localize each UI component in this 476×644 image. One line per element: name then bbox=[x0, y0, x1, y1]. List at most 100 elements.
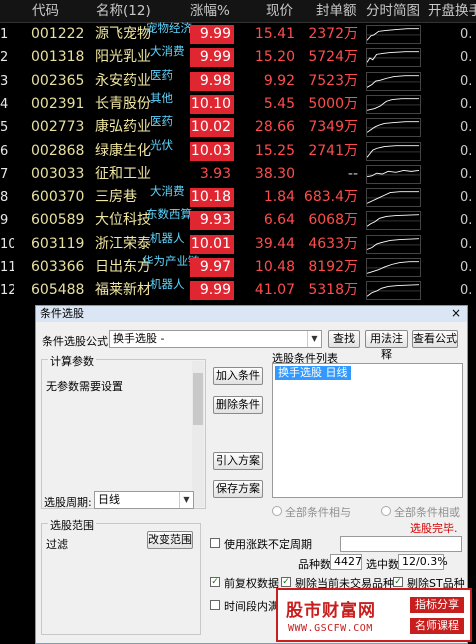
sparkline-chart bbox=[366, 281, 421, 301]
col-sealed[interactable]: 封单额 bbox=[316, 0, 357, 22]
remove-condition-button[interactable]: 删除条件 bbox=[213, 396, 263, 414]
import-plan-button[interactable]: 引入方案 bbox=[213, 452, 263, 470]
radio-and[interactable] bbox=[272, 506, 282, 516]
view-formula-button[interactable]: 查看公式 bbox=[412, 330, 458, 348]
stock-row[interactable]: 8 600370 三房巷 大消费 10.18 1.84 683.4万 0. bbox=[0, 185, 476, 209]
prior-adjust-label: 前复权数据 bbox=[224, 577, 279, 590]
period-select[interactable]: 日线 ▼ bbox=[94, 491, 194, 509]
open-turnover: 0. bbox=[460, 283, 473, 299]
stock-name: 三房巷 bbox=[95, 189, 137, 206]
stock-row[interactable]: 12 605488 福莱新材 机器人 9.99 41.07 5318万 0. bbox=[0, 277, 476, 302]
stock-name: 征和工业 bbox=[95, 165, 151, 182]
sparkline-chart bbox=[366, 48, 421, 68]
exclude-st-checkbox[interactable]: ✓ bbox=[393, 577, 403, 587]
exclude-notrade-checkbox[interactable]: ✓ bbox=[281, 577, 291, 587]
row-index: 4 bbox=[0, 96, 9, 112]
concept-tag: 东数西算 bbox=[146, 207, 192, 222]
sealed-amount: 5724万 bbox=[308, 49, 358, 66]
params-scrollbar[interactable] bbox=[192, 361, 204, 507]
stock-name: 长青股份 bbox=[95, 95, 151, 112]
params-group-label: 计算参数 bbox=[48, 353, 96, 369]
sealed-amount: 5318万 bbox=[308, 282, 358, 299]
concept-tag: 机器人 bbox=[150, 277, 185, 292]
sealed-amount: 6068万 bbox=[308, 212, 358, 229]
sparkline-path bbox=[367, 98, 420, 111]
concept-tag: 宠物经济 bbox=[146, 21, 192, 35]
stock-name: 绿康生化 bbox=[95, 142, 151, 159]
scope-text: 过滤 bbox=[46, 538, 68, 551]
sealed-amount: 7523万 bbox=[308, 72, 358, 89]
sparkline-path bbox=[367, 74, 420, 88]
dialog-titlebar[interactable]: 条件选股 × bbox=[36, 306, 467, 322]
radio-and-label: 全部条件相与 bbox=[285, 506, 351, 519]
change-percent: 3.93 bbox=[199, 165, 231, 182]
row-index: 12 bbox=[0, 283, 14, 299]
row-index: 7 bbox=[0, 166, 9, 182]
selected-value: 12/0.3% bbox=[398, 554, 448, 570]
col-code[interactable]: 代码 bbox=[32, 0, 59, 22]
stock-code: 600589 bbox=[31, 212, 85, 229]
status-text: 选股完毕. bbox=[410, 522, 458, 535]
period-input[interactable] bbox=[340, 536, 462, 552]
current-price: 39.44 bbox=[254, 235, 295, 252]
sparkline-chart bbox=[366, 211, 421, 231]
sparkline-path bbox=[367, 214, 420, 228]
find-button[interactable]: 查找 bbox=[328, 330, 360, 348]
add-condition-button[interactable]: 加入条件 bbox=[213, 367, 263, 385]
stock-row[interactable]: 11 603366 日出东方 华为产业链 9.97 10.48 8192万 0. bbox=[0, 255, 476, 279]
stock-code: 603119 bbox=[31, 235, 85, 252]
params-text: 无参数需要设置 bbox=[46, 380, 123, 393]
change-percent: 9.99 bbox=[190, 281, 234, 301]
stock-code: 001222 bbox=[31, 26, 85, 42]
radio-or[interactable] bbox=[381, 506, 391, 516]
stock-name: 阳光乳业 bbox=[95, 49, 151, 66]
watermark-tag-2: 名师课程 bbox=[410, 618, 464, 634]
row-index: 3 bbox=[0, 73, 9, 89]
stock-row[interactable]: 5 002773 康弘药业 医药 10.02 28.66 7349万 0. bbox=[0, 115, 476, 139]
formula-select[interactable]: 换手选股 - ▼ bbox=[109, 330, 322, 348]
condition-list-item[interactable]: 换手选股 日线 bbox=[275, 366, 351, 380]
use-period-checkbox[interactable] bbox=[210, 538, 220, 548]
stock-row[interactable]: 9 600589 大位科技 东数西算 9.93 6.64 6068万 0. bbox=[0, 207, 476, 232]
col-open[interactable]: 开盘换手 bbox=[428, 0, 476, 22]
sparkline-chart bbox=[366, 258, 421, 277]
usage-button[interactable]: 用法注释 bbox=[365, 330, 408, 361]
col-change[interactable]: 涨幅% bbox=[190, 0, 230, 22]
sparkline-chart bbox=[366, 71, 421, 91]
open-turnover: 0. bbox=[460, 260, 473, 275]
col-price[interactable]: 现价 bbox=[266, 0, 293, 22]
open-turnover: 0. bbox=[460, 73, 473, 89]
condition-list[interactable]: 换手选股 日线 bbox=[272, 363, 463, 498]
stock-row[interactable]: 7 003033 征和工业 3.93 38.30 -- 0. bbox=[0, 163, 476, 186]
stock-row[interactable]: 6 002868 绿康生化 光伏 10.03 15.25 2741万 0. bbox=[0, 139, 476, 163]
prior-adjust-checkbox[interactable]: ✓ bbox=[210, 577, 220, 587]
time-range-checkbox[interactable] bbox=[210, 600, 220, 610]
current-price: 1.84 bbox=[263, 189, 295, 206]
stock-code: 600370 bbox=[31, 189, 85, 206]
stock-code: 003033 bbox=[31, 165, 85, 182]
row-index: 11 bbox=[0, 260, 14, 275]
use-period-label: 使用涨跌不定周期 bbox=[224, 538, 312, 551]
formula-value: 换手选股 - bbox=[113, 332, 165, 345]
close-icon[interactable]: × bbox=[449, 307, 463, 320]
stock-row[interactable]: 2 001318 阳光乳业 大消费 9.99 15.20 5724万 0. bbox=[0, 45, 476, 69]
change-percent: 10.03 bbox=[190, 141, 234, 161]
stock-row[interactable]: 10 603119 浙江荣泰 机器人 10.01 39.44 4633万 0. bbox=[0, 232, 476, 256]
scroll-thumb[interactable] bbox=[193, 373, 203, 425]
stock-row[interactable]: 3 002365 永安药业 医药 9.98 9.92 7523万 0. bbox=[0, 69, 476, 93]
change-percent: 9.99 bbox=[190, 48, 234, 68]
sparkline-chart bbox=[366, 25, 421, 44]
stock-row[interactable]: 1 001222 源飞宠物 宠物经济 9.99 15.41 2372万 0. bbox=[0, 21, 476, 46]
stock-row[interactable]: 4 002391 长青股份 其他 10.10 5.45 5000万 0. bbox=[0, 92, 476, 116]
col-chart[interactable]: 分时简图 bbox=[366, 0, 420, 22]
stock-name: 福莱新材 bbox=[95, 282, 151, 299]
open-turnover: 0. bbox=[460, 236, 473, 252]
sealed-amount: 4633万 bbox=[308, 235, 358, 252]
sparkline-chart bbox=[366, 164, 421, 184]
change-scope-button[interactable]: 改变范围 bbox=[147, 531, 193, 549]
col-name[interactable]: 名称(12) bbox=[96, 0, 151, 22]
stock-code: 001318 bbox=[31, 49, 85, 66]
watermark-logo-text: 股市财富网 bbox=[286, 601, 376, 621]
stock-code: 603366 bbox=[31, 259, 85, 275]
save-plan-button[interactable]: 保存方案 bbox=[213, 480, 263, 498]
